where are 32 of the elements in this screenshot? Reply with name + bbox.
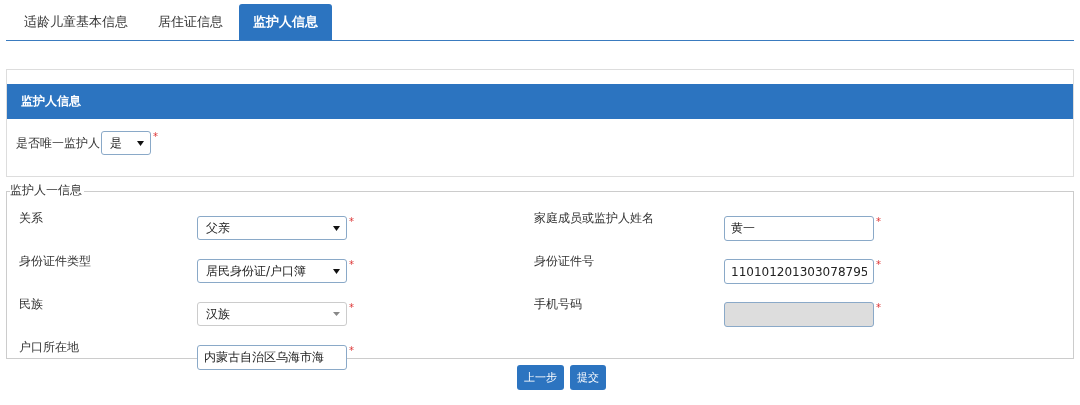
caret-icon (333, 312, 340, 316)
required-mark: * (876, 259, 881, 270)
field-label: 身份证件号 (534, 253, 595, 270)
caret-icon (333, 225, 340, 231)
select-field[interactable]: 是 (101, 131, 151, 155)
select-field[interactable]: 居民身份证/户口簿 (197, 259, 347, 283)
input-field[interactable]: 黄一 (724, 216, 874, 241)
caret-icon (333, 268, 340, 274)
select-field[interactable]: 汉族 (197, 302, 347, 326)
input-field[interactable]: 内蒙古自治区乌海市海 (197, 345, 347, 370)
field-label: 身份证件类型 (19, 253, 92, 270)
field-label: 户口所在地 (19, 339, 80, 356)
fieldset-legend: 监护人一信息 (10, 182, 84, 199)
required-mark: * (349, 259, 354, 270)
select-field[interactable]: 父亲 (197, 216, 347, 240)
required-mark: * (153, 131, 158, 142)
field-label: 手机号码 (534, 296, 583, 313)
required-mark: * (876, 302, 881, 313)
caret-icon (137, 140, 144, 146)
input-field[interactable]: 110101201303078795 (724, 259, 874, 284)
required-mark: * (876, 216, 881, 227)
field-label: 家庭成员或监护人姓名 (534, 210, 655, 227)
required-mark: * (349, 302, 354, 313)
required-mark: * (349, 216, 354, 227)
panel-title: 监护人信息 (21, 93, 81, 110)
required-mark: * (349, 345, 354, 356)
field-label: 是否唯一监护人 (16, 134, 100, 152)
form-button[interactable]: 上一步 (516, 365, 564, 390)
tab[interactable]: 监护人信息 (239, 4, 332, 40)
field-label: 关系 (19, 210, 44, 227)
form-button[interactable]: 提交 (569, 365, 606, 390)
field-label: 民族 (19, 296, 44, 313)
